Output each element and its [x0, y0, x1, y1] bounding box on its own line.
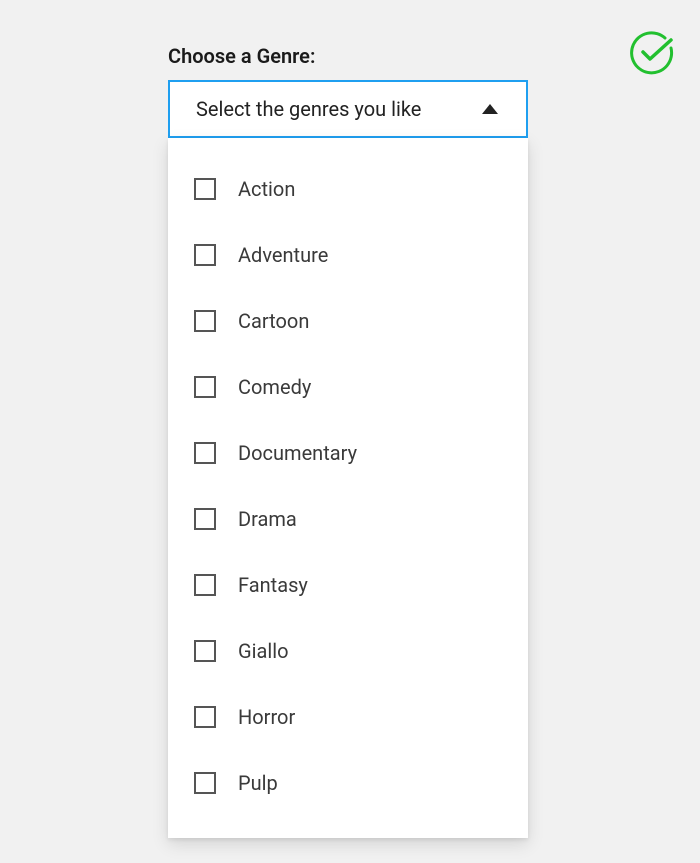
option-adventure[interactable]: Adventure [168, 222, 528, 288]
genre-selector: Choose a Genre: Select the genres you li… [168, 44, 528, 838]
checkmark-circle-icon [629, 30, 675, 76]
checkbox-icon[interactable] [194, 508, 216, 530]
option-label: Comedy [238, 375, 311, 399]
select-placeholder: Select the genres you like [196, 97, 421, 121]
option-comedy[interactable]: Comedy [168, 354, 528, 420]
option-label: Horror [238, 705, 295, 729]
option-documentary[interactable]: Documentary [168, 420, 528, 486]
field-label: Choose a Genre: [168, 44, 528, 68]
option-fantasy[interactable]: Fantasy [168, 552, 528, 618]
option-label: Giallo [238, 639, 289, 663]
option-label: Action [238, 177, 295, 201]
option-pulp[interactable]: Pulp [168, 750, 528, 816]
option-label: Fantasy [238, 573, 308, 597]
checkbox-icon[interactable] [194, 244, 216, 266]
option-label: Drama [238, 507, 297, 531]
caret-up-icon [482, 104, 498, 114]
checkbox-icon[interactable] [194, 574, 216, 596]
option-giallo[interactable]: Giallo [168, 618, 528, 684]
checkbox-icon[interactable] [194, 640, 216, 662]
checkbox-icon[interactable] [194, 178, 216, 200]
genre-dropdown: Action Adventure Cartoon Comedy Document… [168, 138, 528, 838]
genre-select-trigger[interactable]: Select the genres you like [168, 80, 528, 138]
checkbox-icon[interactable] [194, 442, 216, 464]
checkbox-icon[interactable] [194, 310, 216, 332]
checkbox-icon[interactable] [194, 376, 216, 398]
option-action[interactable]: Action [168, 156, 528, 222]
option-drama[interactable]: Drama [168, 486, 528, 552]
option-label: Pulp [238, 771, 278, 795]
option-label: Cartoon [238, 309, 309, 333]
option-horror[interactable]: Horror [168, 684, 528, 750]
checkbox-icon[interactable] [194, 706, 216, 728]
option-cartoon[interactable]: Cartoon [168, 288, 528, 354]
option-label: Documentary [238, 441, 357, 465]
option-label: Adventure [238, 243, 328, 267]
checkbox-icon[interactable] [194, 772, 216, 794]
